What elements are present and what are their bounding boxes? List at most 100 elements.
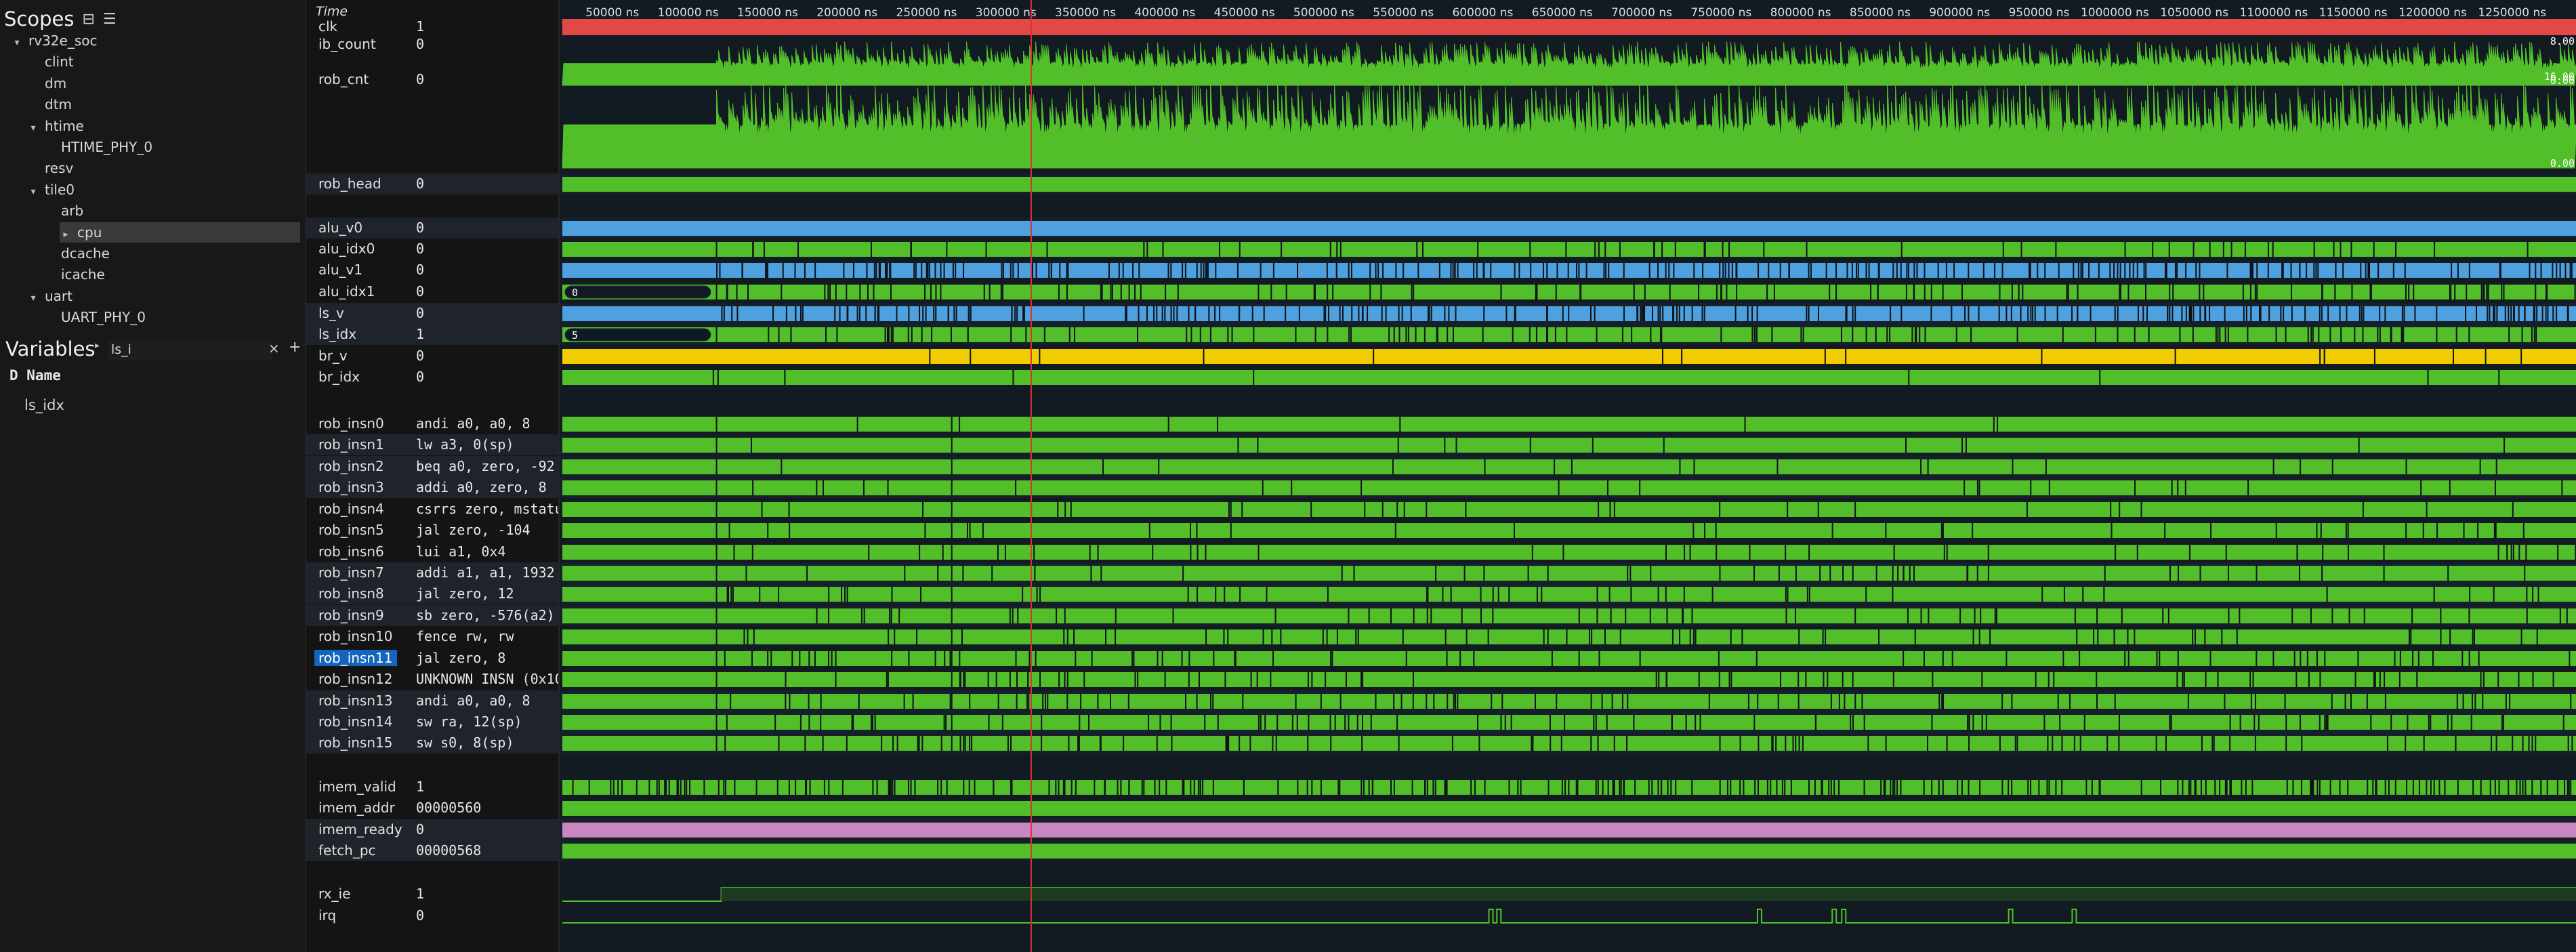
collapse-all-icon[interactable]: ⊟ [82, 11, 94, 28]
scope-item-label: dtm [45, 96, 72, 113]
variable-item[interactable]: ls_idx [24, 394, 64, 416]
signal-name-label: rob_insn9 [318, 607, 384, 623]
variable-filter-input[interactable] [108, 339, 272, 360]
scope-item-uart[interactable]: ▾ uart [0, 286, 298, 306]
signal-name-ls-v[interactable]: ls_v [306, 303, 408, 324]
signal-names-column: clk ib_count rob_cnt rob_head alu_v0 alu_idx0… [306, 0, 408, 952]
clear-filter-button[interactable]: × [268, 340, 280, 356]
signal-name-br-idx[interactable]: br_idx [306, 367, 408, 388]
signal-bus-ls-idx [562, 327, 2576, 342]
time-tick-label: 600000 ns [1452, 6, 1513, 20]
collapse-arrow-icon[interactable]: ▸ [60, 224, 72, 245]
signal-value: 0 [416, 907, 425, 924]
inline-value-label: 5 [572, 329, 578, 342]
expand-arrow-icon[interactable]: ▾ [27, 182, 39, 202]
signal-value: 0 [408, 819, 558, 840]
signal-name-rob-insn4[interactable]: rob_insn4 [306, 499, 408, 520]
expand-all-icon[interactable]: ☰ [103, 11, 117, 28]
signal-name-rob-insn14[interactable]: rob_insn14 [306, 711, 408, 732]
signal-bus-rob-head [562, 177, 2576, 192]
scope-item-htime[interactable]: ▾ htime [0, 116, 298, 136]
scope-item-label: arb [61, 203, 84, 220]
scope-item-resv[interactable]: resv [0, 158, 298, 178]
signal-name-imem-addr[interactable]: imem_addr [306, 798, 408, 819]
scope-item-label: tile0 [45, 181, 75, 198]
signal-name-rob-insn10[interactable]: rob_insn10 [306, 626, 408, 647]
scope-item-dm[interactable]: dm [0, 73, 298, 94]
signal-name-rob-cnt[interactable]: rob_cnt [306, 69, 408, 172]
scope-item-arb[interactable]: arb [0, 201, 298, 221]
signal-name-label: imem_addr [318, 800, 395, 816]
signal-name-ls-idx[interactable]: ls_idx [306, 324, 408, 345]
signal-name-rob-insn7[interactable]: rob_insn7 [306, 562, 408, 583]
signal-name-rob-insn8[interactable]: rob_insn8 [306, 583, 408, 604]
signal-name-alu-v0[interactable]: alu_v0 [306, 218, 408, 239]
signal-name-label: br_v [318, 348, 348, 364]
scopes-header: Scopes ⊟ ☰ [4, 4, 117, 34]
signal-value: csrrs zero, mstatus [416, 501, 558, 517]
signal-name-rob-insn0[interactable]: rob_insn0 [306, 413, 408, 434]
signal-value: lui a1, 0x4 [416, 543, 506, 560]
waveform-canvas[interactable]: 0 ns50000 ns100000 ns150000 ns200000 ns2… [560, 0, 2576, 952]
signal-name-rx-ie[interactable]: rx_ie [306, 884, 408, 905]
expand-arrow-icon[interactable]: ▾ [27, 288, 39, 308]
signal-bus-rob-insn12 [562, 672, 2576, 687]
time-tick-label: 250000 ns [896, 6, 957, 20]
signal-pulses-irq [562, 909, 2576, 924]
signal-value: beq a0, zero, -92 [408, 456, 558, 477]
scope-item-clint[interactable]: clint [0, 51, 298, 72]
signal-name-rob-insn1[interactable]: rob_insn1 [306, 434, 408, 455]
signal-bus-alu-v0 [562, 221, 2576, 236]
signal-value: addi a1, a1, 1932 [408, 562, 558, 583]
signal-name-alu-v1[interactable]: alu_v1 [306, 260, 408, 281]
filter-options-toggle[interactable]: ▸ [95, 340, 100, 351]
signal-value: UNKNOWN INSN (0x100 [416, 671, 558, 687]
signal-name-rob-insn2[interactable]: rob_insn2 [306, 456, 408, 477]
add-variables-button[interactable]: + [289, 339, 301, 356]
signal-name-rob-insn3[interactable]: rob_insn3 [306, 477, 408, 498]
signal-name-rob-insn15[interactable]: rob_insn15 [306, 732, 408, 753]
expand-arrow-icon[interactable]: ▾ [27, 118, 39, 138]
signal-name-rob-insn5[interactable]: rob_insn5 [306, 520, 408, 541]
time-tick-label: 650000 ns [1532, 6, 1593, 20]
signal-name-imem-ready[interactable]: imem_ready [306, 819, 408, 840]
signal-name-alu-idx1[interactable]: alu_idx1 [306, 281, 408, 302]
scope-item-htime_phy_0[interactable]: HTIME_PHY_0 [0, 137, 298, 157]
scope-item-uart_phy_0[interactable]: UART_PHY_0 [0, 307, 298, 327]
scopes-title: Scopes [4, 7, 75, 30]
signal-name-rob-insn6[interactable]: rob_insn6 [306, 541, 408, 562]
time-tick-label: 350000 ns [1055, 6, 1116, 20]
scope-item-label: dcache [61, 245, 110, 262]
signal-value: sw ra, 12(sp) [408, 711, 558, 732]
signal-name-rob-insn9[interactable]: rob_insn9 [306, 605, 408, 626]
signal-analog-ib-count [562, 41, 2576, 86]
signal-name-rob-insn11[interactable]: rob_insn11 [306, 648, 408, 669]
signal-name-rob-insn13[interactable]: rob_insn13 [306, 690, 408, 711]
scope-item-label: uart [45, 287, 72, 304]
signal-name-imem-valid[interactable]: imem_valid [306, 777, 408, 798]
scope-item-tile0[interactable]: ▾ tile0 [0, 180, 298, 200]
time-tick-label: 850000 ns [1850, 6, 1911, 20]
scope-item-cpu[interactable]: ▸ cpu [60, 222, 300, 243]
time-tick-label: 1200000 ns [2398, 6, 2467, 20]
signal-name-label: ls_v [318, 305, 344, 321]
scope-item-dcache[interactable]: dcache [0, 243, 298, 264]
time-tick-label: 750000 ns [1690, 6, 1751, 20]
signal-name-irq[interactable]: irq [306, 905, 408, 926]
signal-value: 1 [416, 886, 425, 902]
scope-item-dtm[interactable]: dtm [0, 94, 298, 115]
signal-name-br-v[interactable]: br_v [306, 346, 408, 367]
waveform-svg[interactable]: 0 ns50000 ns100000 ns150000 ns200000 ns2… [560, 0, 2576, 952]
scope-item-label: cpu [77, 224, 102, 241]
scope-item-icache[interactable]: icache [0, 264, 298, 285]
signal-name-fetch-pc[interactable]: fetch_pc [306, 840, 408, 861]
expand-arrow-icon[interactable]: ▾ [11, 33, 23, 53]
scope-item-label: clint [45, 54, 74, 70]
scope-item-rv32e_soc[interactable]: ▾ rv32e_soc [0, 30, 298, 51]
signal-name-label: alu_idx0 [318, 241, 375, 257]
signal-name-rob-insn12[interactable]: rob_insn12 [306, 669, 408, 690]
signal-name-rob-head[interactable]: rob_head [306, 173, 408, 194]
signal-name-label: rob_insn15 [318, 734, 393, 751]
range-max-label: 16.00 [2544, 70, 2575, 83]
signal-name-alu-idx0[interactable]: alu_idx0 [306, 239, 408, 260]
